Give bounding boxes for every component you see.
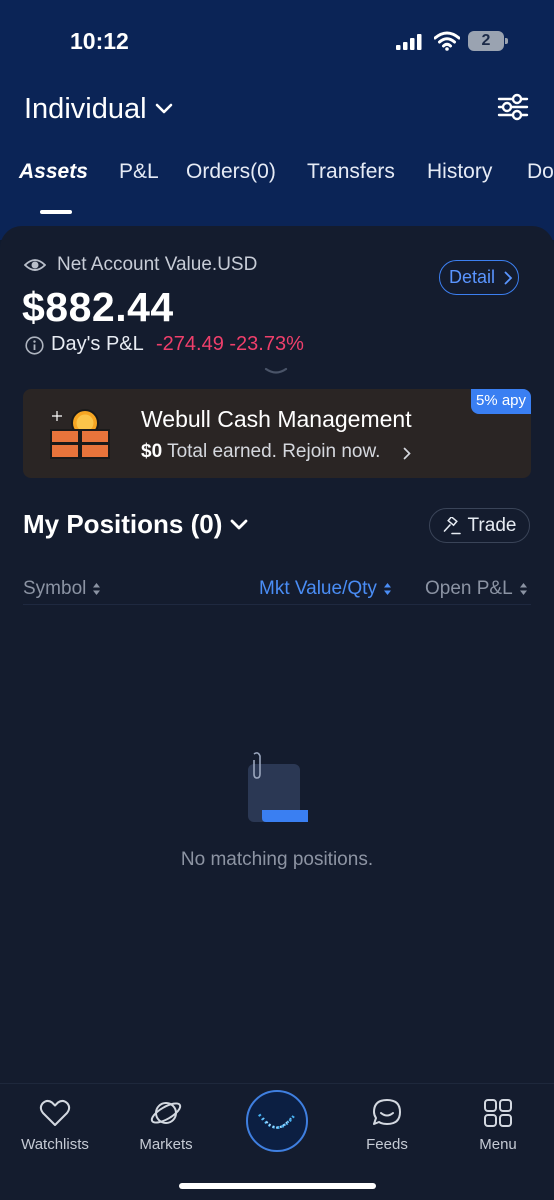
chevron-right-icon xyxy=(504,271,513,285)
cash-earned-amount: $0 xyxy=(141,441,163,462)
cellular-signal-icon xyxy=(396,34,422,50)
info-icon[interactable] xyxy=(25,336,44,355)
chevron-right-icon xyxy=(403,447,411,460)
detail-button[interactable]: Detail xyxy=(439,260,519,295)
empty-positions-text: No matching positions. xyxy=(180,849,374,870)
column-mkt-value[interactable]: Mkt Value/Qty xyxy=(259,578,392,600)
nav-markets-label: Markets xyxy=(139,1136,193,1153)
trade-label: Trade xyxy=(467,514,517,536)
tab-transfers[interactable]: Transfers xyxy=(307,160,395,184)
sort-icon xyxy=(93,583,101,595)
net-account-value: $882.44 xyxy=(22,284,174,330)
account-tabs: Assets P&L Orders(0) Transfers History D… xyxy=(0,160,554,204)
tab-orders[interactable]: Orders(0) xyxy=(186,160,276,184)
column-mkt-value-label: Mkt Value/Qty xyxy=(259,578,377,599)
positions-title: My Positions (0) xyxy=(23,509,223,539)
sort-icon xyxy=(383,583,391,595)
days-pl-value: -274.49 -23.73% xyxy=(156,333,304,355)
battery-icon: 2 xyxy=(468,31,508,51)
gavel-icon xyxy=(443,516,461,534)
cash-management-title: Webull Cash Management xyxy=(141,406,412,432)
column-divider xyxy=(23,604,531,605)
detail-label: Detail xyxy=(449,267,496,287)
status-time: 10:12 xyxy=(70,28,129,54)
tab-documents[interactable]: Do xyxy=(527,160,554,184)
nav-feeds-label: Feeds xyxy=(366,1136,408,1153)
column-open-pl-label: Open P&L xyxy=(425,578,513,599)
battery-level: 2 xyxy=(481,32,491,49)
apy-badge: 5% apy xyxy=(471,389,531,414)
chevron-down-icon xyxy=(230,519,248,529)
tab-pl[interactable]: P&L xyxy=(119,160,159,184)
nav-feeds[interactable]: Feeds xyxy=(337,1096,437,1153)
grid-icon xyxy=(484,1099,512,1127)
net-account-value-label: Net Account Value.USD xyxy=(57,254,258,275)
expand-chevron-icon[interactable] xyxy=(264,366,288,376)
wifi-icon xyxy=(434,31,460,51)
column-symbol-label: Symbol xyxy=(23,578,87,599)
account-selector[interactable]: Individual xyxy=(24,90,173,128)
column-open-pl[interactable]: Open P&L xyxy=(425,578,528,600)
webull-logo-icon xyxy=(258,1113,296,1129)
tab-assets[interactable]: Assets xyxy=(19,160,88,184)
nav-watchlists-label: Watchlists xyxy=(21,1136,89,1153)
assets-card xyxy=(0,226,554,1106)
nav-watchlists[interactable]: Watchlists xyxy=(5,1096,105,1153)
account-name: Individual xyxy=(24,92,147,125)
column-symbol[interactable]: Symbol xyxy=(23,578,101,600)
cash-management-banner[interactable]: Webull Cash Management $0 Total earned. … xyxy=(23,389,531,478)
nav-menu-label: Menu xyxy=(479,1136,517,1153)
webull-home-button[interactable] xyxy=(246,1090,308,1152)
status-bar: 10:12 2 xyxy=(0,0,554,80)
cash-bricks-icon xyxy=(50,409,110,459)
sort-icon xyxy=(519,583,527,595)
nav-markets[interactable]: Markets xyxy=(116,1096,216,1153)
planet-icon xyxy=(150,1102,182,1124)
heart-icon xyxy=(39,1100,71,1126)
active-tab-indicator xyxy=(40,210,72,214)
days-pl-label: Day's P&L xyxy=(51,333,144,355)
eye-icon[interactable] xyxy=(24,256,46,274)
filter-settings-icon[interactable] xyxy=(496,92,530,122)
chevron-down-icon xyxy=(155,103,172,114)
home-indicator[interactable] xyxy=(179,1183,376,1189)
my-positions-dropdown[interactable]: My Positions (0) xyxy=(23,509,248,540)
tab-history[interactable]: History xyxy=(427,160,492,184)
chat-icon xyxy=(373,1099,401,1125)
cash-earned-text: Total earned. Rejoin now. xyxy=(167,441,381,462)
cash-management-subtitle: $0 Total earned. Rejoin now. xyxy=(141,441,380,463)
empty-document-icon xyxy=(248,752,308,822)
trade-button[interactable]: Trade xyxy=(429,508,530,543)
nav-menu[interactable]: Menu xyxy=(448,1096,548,1153)
bottom-nav: Watchlists Markets Feeds Menu xyxy=(0,1083,554,1200)
